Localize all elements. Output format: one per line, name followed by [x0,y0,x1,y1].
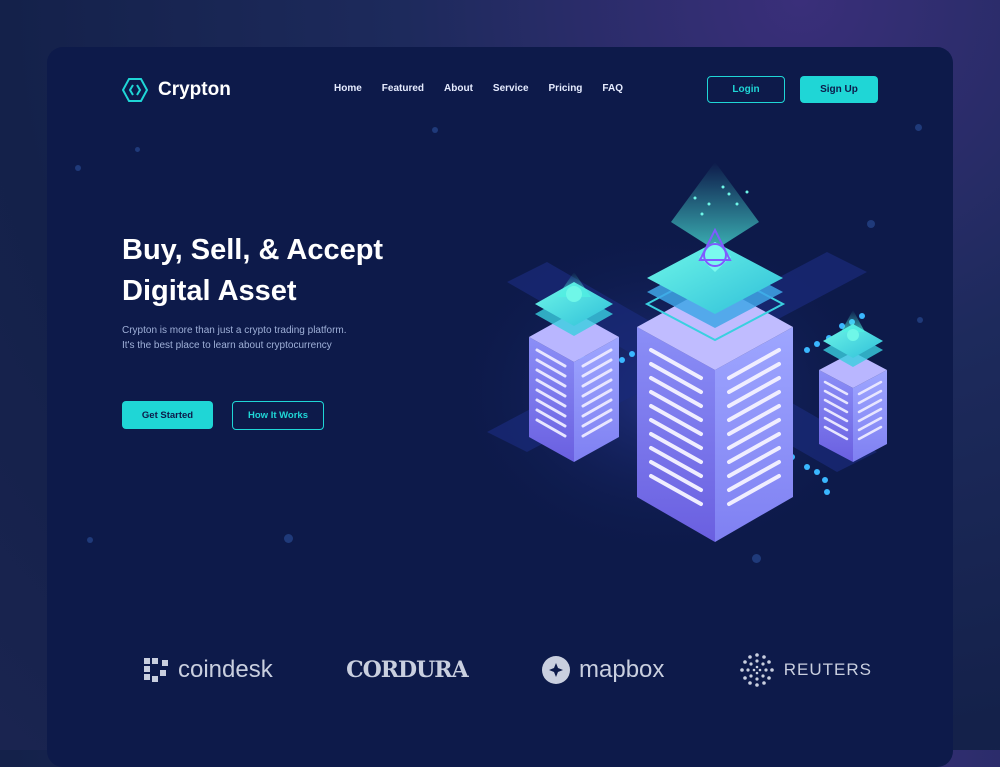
decor-dot [75,165,81,171]
partner-name: mapbox [579,656,665,683]
hero-description-line: Crypton is more than just a crypto tradi… [122,325,347,336]
brand-logo[interactable]: Crypton [122,77,231,103]
landing-page: Crypton Home Featured About Service Pric… [47,47,953,767]
partner-logos: coindesk CORDURA mapbox REUTERS [142,645,872,695]
partner-mapbox: mapbox [541,655,664,685]
center-server [637,162,793,542]
partner-reuters: REUTERS [738,651,872,689]
hero-title: Buy, Sell, & Accept Digital Asset [122,230,442,312]
crypto-servers-illustration [447,162,887,562]
hero-description: Crypton is more than just a crypto tradi… [122,323,412,353]
nav-item-featured[interactable]: Featured [382,83,424,94]
reuters-icon [739,653,774,687]
login-button[interactable]: Login [707,76,785,103]
partner-name: REUTERS [783,660,872,679]
decor-dot [284,534,293,543]
decor-dot [135,147,140,152]
nav-item-faq[interactable]: FAQ [602,83,623,94]
hero-title-line: Digital Asset [122,275,297,307]
hexagon-logo-icon [122,78,148,102]
decor-dot [87,537,93,543]
decor-dot [917,317,923,323]
nav-item-about[interactable]: About [444,83,473,94]
partner-name: coindesk [178,656,273,683]
how-it-works-button[interactable]: How It Works [232,401,324,430]
nav-item-home[interactable]: Home [334,83,362,94]
hero-title-line: Buy, Sell, & Accept [122,234,384,266]
decor-dot [432,127,438,133]
main-nav: Home Featured About Service Pricing FAQ [334,83,623,94]
decor-dot [915,124,922,131]
left-server [529,272,619,462]
mapbox-icon [542,656,570,684]
signup-button[interactable]: Sign Up [800,76,878,103]
partner-coindesk: coindesk [142,656,273,684]
nav-item-service[interactable]: Service [493,83,529,94]
partner-cordura: CORDURA [346,657,469,683]
hero-description-line: It's the best place to learn about crypt… [122,340,332,351]
partner-name: CORDURA [346,657,469,683]
nav-item-pricing[interactable]: Pricing [549,83,583,94]
coindesk-icon [144,658,168,682]
get-started-button[interactable]: Get Started [122,401,213,429]
brand-name: Crypton [158,79,231,100]
